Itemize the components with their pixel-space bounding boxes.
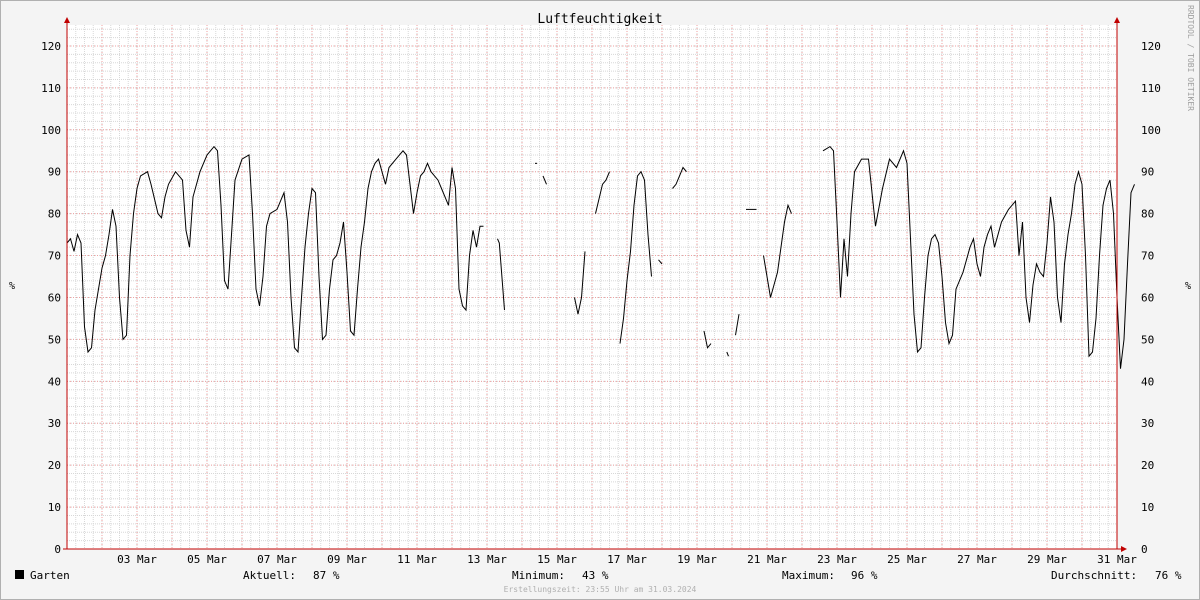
- minimum-label: Minimum:: [512, 569, 565, 582]
- y-tick-label-right: 110: [1141, 82, 1161, 95]
- x-tick-label: 31 Mar: [1097, 553, 1137, 566]
- x-tick-label: 07 Mar: [257, 553, 297, 566]
- y-tick-label-left: 110: [41, 82, 61, 95]
- x-tick-label: 05 Mar: [187, 553, 227, 566]
- x-axis-ticks: 03 Mar 05 Mar 07 Mar 09 Mar 11 Mar 13 Mar 15 M…: [117, 553, 1137, 566]
- y-axis-label-right: %: [1185, 281, 1191, 292]
- x-tick-label: 17 Mar: [607, 553, 647, 566]
- watermark: RRDTOOL / TOBI OETIKER: [1186, 5, 1195, 111]
- x-tick-label: 03 Mar: [117, 553, 157, 566]
- humidity-chart: 0 0 10 10 20 20 30 30 40 40 50 50 60 60 70 70 80 80 90 90 10…: [0, 0, 1200, 600]
- x-tick-label: 27 Mar: [957, 553, 997, 566]
- y-tick-label-left: 10: [48, 501, 61, 514]
- y-tick-label-right: 80: [1141, 208, 1154, 221]
- y-tick-label-left: 40: [48, 375, 61, 388]
- x-tick-label: 25 Mar: [887, 553, 927, 566]
- y-tick-label-left: 90: [48, 166, 61, 179]
- average-value: 76 %: [1155, 569, 1182, 582]
- minimum-value: 43 %: [582, 569, 609, 582]
- y-tick-label-right: 30: [1141, 417, 1154, 430]
- y-tick-label-right: 10: [1141, 501, 1154, 514]
- y-tick-label-left: 60: [48, 291, 61, 304]
- y-tick-label-left: 70: [48, 250, 61, 263]
- y-tick-label-left: 0: [54, 543, 61, 556]
- y-tick-label-right: 120: [1141, 40, 1161, 53]
- legend-swatch: [15, 570, 24, 579]
- y-tick-label-left: 20: [48, 459, 61, 472]
- x-tick-label: 11 Mar: [397, 553, 437, 566]
- x-tick-label: 13 Mar: [467, 553, 507, 566]
- x-tick-label: 21 Mar: [747, 553, 787, 566]
- x-tick-label: 19 Mar: [677, 553, 717, 566]
- y-tick-label-right: 20: [1141, 459, 1154, 472]
- y-tick-label-right: 50: [1141, 333, 1154, 346]
- y-tick-label-right: 60: [1141, 291, 1154, 304]
- x-tick-label: 29 Mar: [1027, 553, 1067, 566]
- y-tick-label-left: 50: [48, 333, 61, 346]
- x-tick-label: 23 Mar: [817, 553, 857, 566]
- y-tick-label-right: 90: [1141, 166, 1154, 179]
- y-tick-label-left: 80: [48, 208, 61, 221]
- x-tick-label: 09 Mar: [327, 553, 367, 566]
- y-tick-label-right: 100: [1141, 124, 1161, 137]
- current-label: Aktuell:: [243, 569, 296, 582]
- maximum-label: Maximum:: [782, 569, 835, 582]
- average-label: Durchschnitt:: [1051, 569, 1137, 582]
- y-tick-label-left: 100: [41, 124, 61, 137]
- y-tick-label-left: 120: [41, 40, 61, 53]
- legend-label: Garten: [30, 569, 70, 582]
- chart-title: Luftfeuchtigkeit: [537, 12, 662, 27]
- maximum-value: 96 %: [851, 569, 878, 582]
- y-tick-label-right: 0: [1141, 543, 1148, 556]
- current-value: 87 %: [313, 569, 340, 582]
- y-tick-label-left: 30: [48, 417, 61, 430]
- x-tick-label: 15 Mar: [537, 553, 577, 566]
- y-tick-label-right: 40: [1141, 375, 1154, 388]
- creation-time: Erstellungszeit: 23:55 Uhr am 31.03.2024: [504, 585, 697, 594]
- y-tick-label-right: 70: [1141, 250, 1154, 263]
- y-axis-label-left: %: [9, 281, 15, 292]
